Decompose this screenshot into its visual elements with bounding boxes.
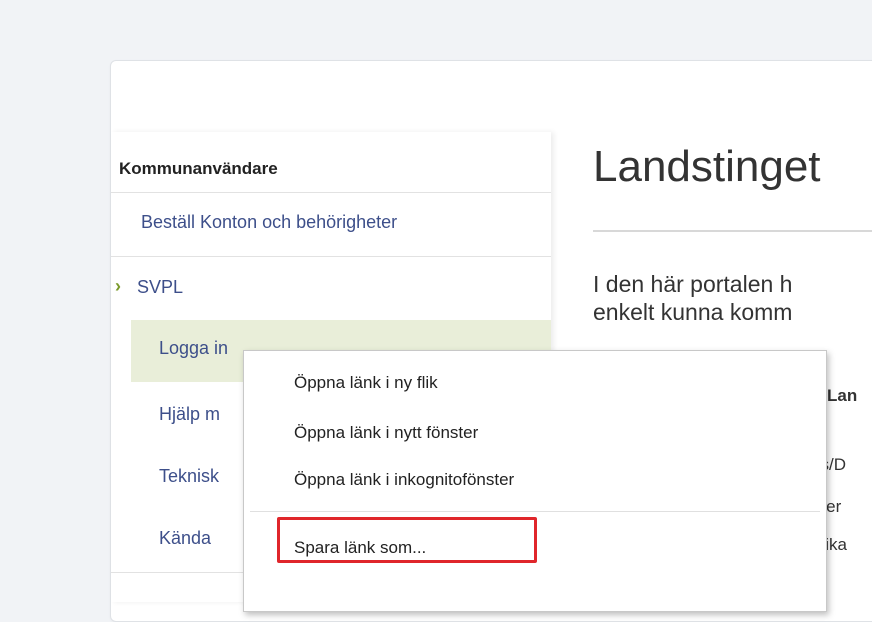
highlight-box <box>277 517 537 563</box>
sidebar-item-svpl[interactable]: › SVPL <box>111 263 551 315</box>
intro-line-2: enkelt kunna komm <box>593 299 793 325</box>
chevron-right-icon: › <box>115 276 121 296</box>
sidebar-divider <box>111 256 551 257</box>
menu-item-open-new-window[interactable]: Öppna länk i nytt fönster <box>294 423 478 443</box>
sidebar-item-label: Hjälp m <box>159 404 221 424</box>
page-title: Landstinget <box>593 142 821 191</box>
sidebar-item-bestall-konton[interactable]: Beställ Konton och behörigheter <box>111 198 551 250</box>
menu-item-open-incognito[interactable]: Öppna länk i inkognitofönster <box>294 470 514 490</box>
sidebar-item-label: Beställ Konton och behörigheter <box>141 212 398 232</box>
menu-separator <box>250 511 820 512</box>
sidebar-item-label: Teknisk <box>159 466 220 486</box>
intro-line-1: I den här portalen h <box>593 271 793 297</box>
title-divider <box>593 230 872 232</box>
sidebar-item-label: Logga in <box>159 338 229 358</box>
sidebar-item-label: SVPL <box>137 277 184 297</box>
sidebar-divider <box>111 192 551 193</box>
sidebar-heading: Kommunanvändare <box>119 159 278 178</box>
context-menu: Öppna länk i ny flik Öppna länk i nytt f… <box>243 350 827 612</box>
menu-item-open-new-tab[interactable]: Öppna länk i ny flik <box>294 373 438 393</box>
intro-text: I den här portalen h enkelt kunna komm <box>593 270 872 326</box>
content-heading-fragment: Lan <box>827 386 858 405</box>
sidebar-item-label: Kända <box>159 528 212 548</box>
